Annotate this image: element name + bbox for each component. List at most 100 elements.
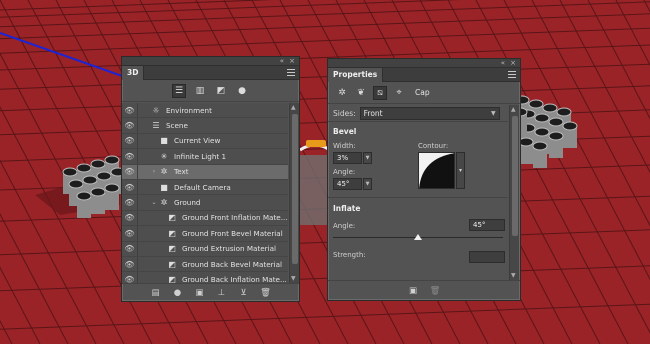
filter-toolbar: ☰ ▥ ◩ ● — [122, 80, 299, 102]
properties-scrollbar[interactable]: ▲ ▼ — [509, 105, 519, 280]
close-icon[interactable]: × — [289, 57, 295, 66]
visibility-eye-icon[interactable]: 👁 — [122, 118, 138, 133]
chevron-down-icon: ▼ — [491, 109, 496, 117]
tab-properties[interactable]: Properties — [328, 68, 384, 82]
panel-titlebar[interactable]: « × — [122, 57, 299, 66]
layer-row[interactable]: 👁 › ✲ Text — [122, 164, 288, 180]
layer-row[interactable]: 👁 ◩ Ground Extrusion Material — [122, 241, 288, 257]
layer-name: Scene — [166, 121, 188, 131]
visibility-eye-icon[interactable]: 👁 — [122, 103, 138, 118]
layer-row[interactable]: 👁 ☰ Scene — [122, 118, 288, 134]
layer-row[interactable]: 👁 ■ Current View — [122, 133, 288, 150]
coordinates-tab-icon[interactable]: ⌖ — [393, 87, 405, 99]
material-icon: ◩ — [168, 213, 176, 223]
scene-filter-icon[interactable]: ☰ — [173, 84, 185, 97]
panel-menu-icon[interactable] — [287, 69, 295, 77]
render-icon[interactable]: ▣ — [407, 286, 419, 296]
layer-name: Ground Front Inflation Mate... — [182, 213, 288, 223]
mesh-tab-icon[interactable]: ✲ — [336, 87, 348, 99]
contour-preview[interactable] — [418, 152, 455, 189]
layer-row[interactable]: 👁 ✳ Infinite Light 1 — [122, 149, 288, 165]
layer-row[interactable]: 👁 ☼ Environment — [122, 103, 288, 119]
expand-arrow-icon[interactable]: › — [150, 168, 158, 175]
layer-name: Environment — [166, 105, 212, 115]
close-icon[interactable]: × — [510, 59, 516, 68]
3d-panel: « × 3D ☰ ▥ ◩ ● 👁 ☼ Environment 👁 ☰ Scene 👁 ■ Cur… — [121, 56, 300, 302]
panel-footer: ▣ 🗑 — [328, 280, 520, 300]
3d-text-mesh-right — [512, 95, 578, 168]
visibility-eye-icon[interactable]: 👁 — [122, 133, 138, 149]
material-icon: ◩ — [168, 274, 176, 283]
visibility-eye-icon[interactable]: 👁 — [122, 272, 138, 283]
3d-canvas[interactable] — [0, 0, 650, 344]
scroll-down-icon[interactable]: ▼ — [291, 275, 296, 282]
sides-value: Front — [363, 108, 383, 118]
visibility-eye-icon[interactable]: 👁 — [122, 210, 138, 226]
light-menu-icon[interactable]: ● — [172, 288, 184, 298]
layer-name: Ground Front Bevel Material — [182, 228, 283, 238]
panel-titlebar[interactable]: « × — [328, 59, 520, 68]
properties-toolbar: ✲ ❦ ⧅ ⌖ Cap — [328, 82, 520, 104]
material-filter-icon[interactable]: ◩ — [215, 85, 227, 97]
strength-field[interactable] — [469, 251, 505, 263]
visibility-eye-icon[interactable]: 👁 — [122, 195, 138, 210]
collapse-icon[interactable]: « — [280, 57, 284, 66]
cap-tab-icon[interactable]: ⧅ — [374, 86, 386, 99]
ground-icon[interactable]: ⊥ — [216, 288, 228, 298]
light-filter-icon[interactable]: ● — [236, 85, 248, 97]
mesh-menu-icon[interactable]: ▤ — [150, 288, 162, 298]
visibility-eye-icon[interactable]: 👁 — [122, 149, 138, 164]
width-stepper[interactable]: ▼ — [363, 152, 372, 164]
collapse-icon[interactable]: « — [501, 59, 505, 68]
layer-name: Ground Extrusion Material — [182, 244, 277, 254]
contour-dropdown[interactable]: ▾ — [456, 152, 465, 189]
visibility-eye-icon[interactable]: 👁 — [122, 256, 138, 272]
inflate-section-title: Inflate — [333, 204, 361, 213]
layer-row[interactable]: 👁 ⌄ ✲ Ground — [122, 195, 288, 211]
mesh-filter-icon[interactable]: ▥ — [194, 85, 206, 97]
camera-icon: ■ — [160, 136, 168, 146]
contour-curve-icon — [419, 153, 454, 188]
width-label: Width: — [333, 142, 356, 150]
width-field[interactable]: 3% — [333, 152, 362, 164]
sides-select[interactable]: Front ▼ — [359, 106, 500, 120]
expand-arrow-icon[interactable]: ⌄ — [150, 199, 158, 206]
active-tab-label: Cap — [415, 88, 430, 97]
visibility-eye-icon[interactable]: 👁 — [122, 164, 138, 179]
sides-row: Sides: Front ▼ — [328, 105, 508, 122]
panel-footer: ▤ ● ▣ ⊥ ⊻ 🗑 — [122, 283, 299, 301]
inflate-angle-field[interactable]: 45° — [469, 219, 505, 231]
scrollbar-thumb[interactable] — [292, 114, 298, 264]
contour-label: Contour: — [418, 142, 449, 150]
layer-row[interactable]: 👁 ◩ Ground Front Inflation Mate... — [122, 210, 288, 227]
visibility-eye-icon[interactable]: 👁 — [122, 241, 138, 256]
layer-row[interactable]: 👁 ■ Default Camera — [122, 179, 288, 196]
deform-tab-icon[interactable]: ❦ — [355, 87, 367, 99]
scrollbar-thumb[interactable] — [512, 116, 518, 236]
bevel-section-title: Bevel — [333, 127, 357, 136]
panel-menu-icon[interactable] — [508, 71, 516, 79]
angle-field[interactable]: 45° — [333, 178, 362, 190]
render-icon[interactable]: ▣ — [194, 288, 206, 298]
layer-row[interactable]: 👁 ◩ Ground Front Bevel Material — [122, 226, 288, 242]
trash-icon[interactable]: 🗑 — [260, 288, 272, 298]
visibility-eye-icon[interactable]: 👁 — [122, 179, 138, 195]
strength-label: Strength: — [333, 251, 366, 259]
layer-name: Current View — [174, 136, 221, 146]
trash-icon[interactable]: 🗑 — [429, 286, 441, 296]
layer-list-scrollbar[interactable]: ▲ ▼ — [289, 103, 299, 283]
material-icon: ◩ — [168, 259, 176, 269]
visibility-eye-icon[interactable]: 👁 — [122, 226, 138, 241]
layer-name: Text — [174, 167, 189, 177]
scroll-up-icon[interactable]: ▲ — [291, 104, 296, 111]
layer-row[interactable]: 👁 ◩ Ground Back Inflation Mate... — [122, 272, 288, 283]
camera-icon: ■ — [160, 182, 168, 192]
tab-3d[interactable]: 3D — [122, 66, 145, 80]
inflate-angle-slider-thumb[interactable] — [414, 234, 422, 240]
mesh-icon: ✲ — [160, 167, 168, 177]
angle-stepper[interactable]: ▼ — [363, 178, 372, 190]
layer-row[interactable]: 👁 ◩ Ground Back Bevel Material — [122, 256, 288, 273]
drop-to-plane-icon[interactable]: ⊻ — [238, 288, 250, 298]
scroll-down-icon[interactable]: ▼ — [511, 272, 516, 279]
scroll-up-icon[interactable]: ▲ — [511, 106, 516, 113]
